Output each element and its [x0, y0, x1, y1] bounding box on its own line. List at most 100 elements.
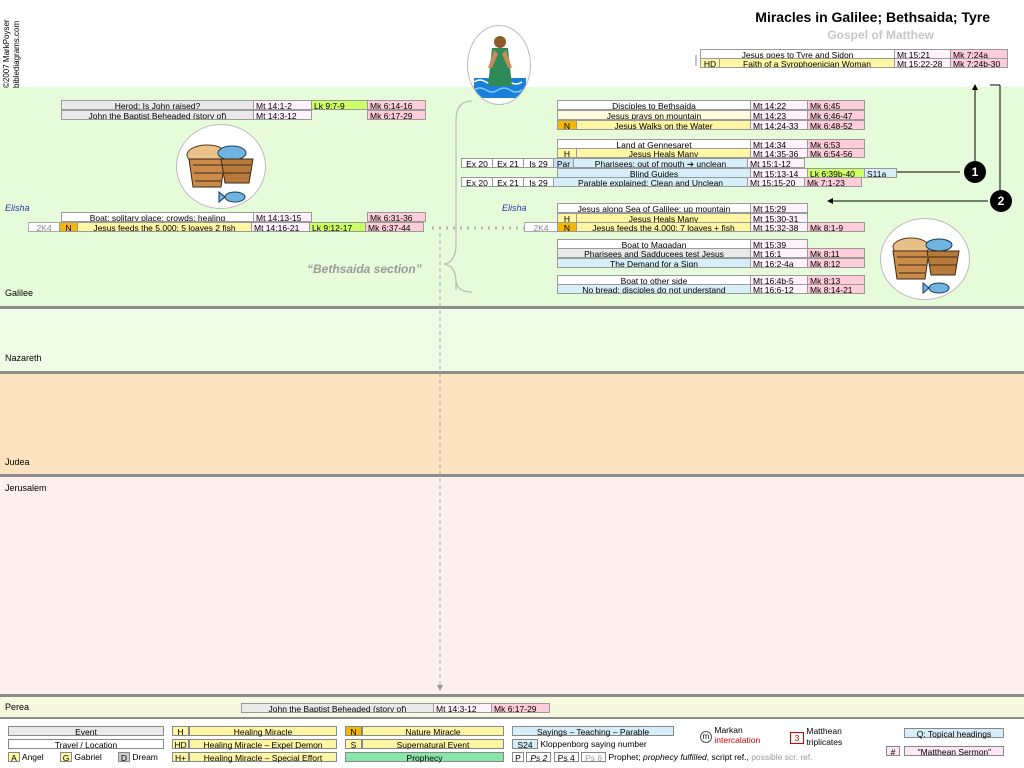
region-label-nazareth: Nazareth [5, 353, 42, 363]
event-label: Disciples to Bethsaida [557, 100, 751, 110]
event-label: Jesus along Sea of Galilee; up mountain [557, 203, 751, 213]
event-label: Jesus Heals Many [576, 148, 751, 158]
ot-ref-badge: 2K4 [28, 222, 60, 232]
event-row: No bread; disciples do not understand Mt… [557, 284, 865, 294]
legend-angel: A Angel [8, 752, 44, 763]
event-row: The Demand for a Sign Mt 16:2-4a Mk 8:12 [557, 258, 865, 268]
legend-sayings: Sayings – Teaching – Parable [512, 726, 674, 737]
saying-ref: S11a [864, 168, 897, 178]
event-row: Jesus along Sea of Galilee; up mountain … [557, 203, 808, 213]
mk-ref: Mk 6:17-29 [367, 110, 426, 120]
ot-ref-badge: Ex 21 [492, 158, 524, 168]
event-row: HD Faith of a Syrophoenician Woman Mt 15… [700, 58, 1008, 68]
mk-ref: Mk 6:45 [807, 100, 865, 110]
copyright: ©2007 MarkPoyser [2, 19, 11, 88]
legend-healing: H Healing Miracle [172, 726, 337, 737]
mt-ref: Mt 14:22 [750, 100, 808, 110]
mk-ref: Mk 6:46-47 [807, 110, 865, 120]
mt-ref: Mt 14:16-21 [251, 222, 310, 232]
event-row: Boat; solitary place; crowds; healing Mt… [61, 212, 426, 222]
event-row: Herod: Is John raised? Mt 14:1-2 Lk 9:7-… [61, 100, 426, 110]
mt-ref: Mt 15:32-38 [750, 222, 808, 232]
page-title: Miracles in Galilee; Bethsaida; Tyre [755, 9, 990, 25]
ot-ref-badge: Ex 20 [461, 158, 493, 168]
parable-badge: Par [553, 158, 574, 168]
legend-gabriel: G Gabriel [60, 752, 102, 763]
event-row: 2K4 N Jesus feeds the 4,000: 7 loaves + … [524, 222, 865, 232]
event-row: 2K4 N Jesus feeds the 5,000: 5 loaves 2 … [28, 222, 424, 232]
mt-ref: Mt 15:29 [750, 203, 808, 213]
band-nazareth: Nazareth [0, 309, 1024, 371]
event-label: No bread; disciples do not understand [557, 284, 751, 294]
event-row: Pharisees and Sadducees test Jesus Mt 16… [557, 248, 865, 258]
mt-ref: Mt 16:6-12 [750, 284, 808, 294]
event-row: Jesus prays on mountain Mt 14:23 Mk 6:46… [557, 110, 865, 120]
mt-ref: Mt 14:13-15 [253, 212, 312, 222]
legend: Event Travel / Location A Angel G Gabrie… [0, 719, 1024, 768]
healing-miracle-badge: H [557, 148, 577, 158]
legend-nature: N Nature Miracle [345, 726, 504, 737]
legend-travel: Travel / Location [8, 739, 164, 750]
event-row: Ex 20 Ex 21 Is 29 Par Pharisees; out of … [461, 158, 805, 168]
band-judea: Judea [0, 374, 1024, 474]
mk-ref: Mk 6:14-16 [367, 100, 426, 110]
mk-ref: Mk 6:54-56 [807, 148, 865, 158]
ot-ref-badge: Is 29 [523, 158, 554, 168]
event-row: John the Baptist Beheaded (story of) Mt … [61, 110, 426, 120]
lk-ref: Lk 9:7-9 [311, 100, 368, 110]
legend-triplicates: 3 Matthean triplicates [790, 726, 842, 748]
event-label: Pharisees; out of mouth ➔ unclean [573, 158, 748, 168]
mk-ref: Mk 6:37-44 [365, 222, 424, 232]
region-label-jerusalem: Jerusalem [5, 483, 47, 493]
event-label: Jesus Walks on the Water [576, 120, 751, 130]
legend-supernatural: S Supernatural Event [345, 739, 504, 750]
ot-ref-badge: Ex 20 [461, 177, 493, 187]
mk-ref: Mk 7:24b-30 [950, 58, 1008, 68]
legend-sermon: # "Matthean Sermon" [886, 746, 1005, 757]
event-row: John the Baptist Beheaded (story of) Mt … [241, 703, 550, 713]
mk-ref: Mk 6:31-36 [367, 212, 426, 222]
event-label: Jesus feeds the 5,000: 5 loaves 2 fish [77, 222, 252, 232]
event-row: H Jesus Heals Many Mt 14:35-36 Mk 6:54-5… [557, 148, 865, 158]
mt-ref: Mt 14:3-12 [433, 703, 492, 713]
mt-ref: Mt 14:23 [750, 110, 808, 120]
legend-prophecy: Prophecy [345, 752, 504, 763]
mt-ref: Mt 16:1 [750, 248, 808, 258]
page-subtitle: Gospel of Matthew [827, 28, 934, 42]
mt-ref: Mt 15:22-28 [894, 58, 951, 68]
loaves-and-fish-image [176, 124, 266, 209]
event-label: Jesus feeds the 4,000: 7 loaves + fish [576, 222, 751, 232]
nature-miracle-badge: N [59, 222, 78, 232]
healing-demon-badge: HD [700, 58, 720, 68]
mt-ref: Mt 16:2-4a [750, 258, 808, 268]
event-label: Pharisees and Sadducees test Jesus [557, 248, 751, 258]
mt-ref: Mt 14:35-36 [750, 148, 808, 158]
event-label: Parable explained: Clean and Unclean [553, 177, 748, 187]
event-row: Disciples to Bethsaida Mt 14:22 Mk 6:45 [557, 100, 865, 110]
legend-kloppenborg: S24 Kloppenborg saying number [512, 739, 647, 750]
bethsaida-section-label: “Bethsaida section” [307, 262, 422, 276]
event-label: The Demand for a Sign [557, 258, 751, 268]
legend-topical: Q: Topical headings [904, 728, 1004, 739]
legend-prophet: P Ps 2 Ps 4 Ps 6 Prophet; prophecy fulfi… [512, 752, 813, 763]
legend-healing-effort: H+ Healing Miracle – Special Effort [172, 752, 337, 763]
event-label: Jesus prays on mountain [557, 110, 751, 120]
legend-event: Event [8, 726, 164, 737]
band-galilee: Galilee [0, 87, 1024, 307]
marker-2: 2 [990, 190, 1012, 212]
event-row: Ex 20 Ex 21 Is 29 Parable explained: Cle… [461, 177, 862, 187]
loaves-and-fish-image [880, 218, 970, 300]
legend-dream: D Dream [118, 752, 158, 763]
region-label-perea: Perea [5, 702, 30, 712]
mt-ref: Mt 14:24-33 [750, 120, 808, 130]
elisha-label: Elisha [502, 203, 527, 213]
mk-ref: Mk 8:1-9 [807, 222, 865, 232]
site-url: biblediagrams.com [12, 20, 21, 88]
mk-ref: Mk 7:1-23 [804, 177, 862, 187]
lk-ref: Lk 9:12-17 [309, 222, 366, 232]
mk-ref: Mk 8:11 [807, 248, 865, 258]
band-jerusalem: Jerusalem [0, 477, 1024, 694]
ot-ref-badge: 2K4 [524, 222, 558, 232]
nature-miracle-badge: N [557, 222, 577, 232]
ot-ref-badge: Ex 21 [492, 177, 524, 187]
